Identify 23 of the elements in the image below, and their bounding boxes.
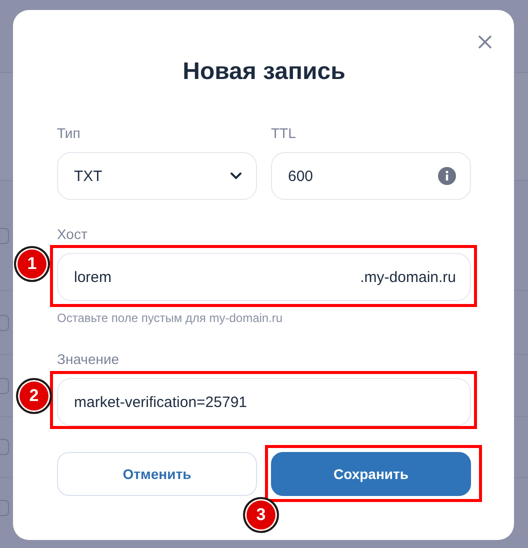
checkbox[interactable] — [0, 378, 9, 394]
checkbox[interactable] — [0, 439, 9, 455]
step-number: 3 — [243, 497, 279, 533]
field-label: Тип — [57, 125, 82, 141]
checkbox[interactable] — [0, 314, 9, 330]
hint-text: Оставьте поле пустым для my-domain.ru — [57, 311, 284, 325]
host-field[interactable]: lorem .my-domain.ru — [57, 253, 471, 301]
field-label: Хост — [57, 226, 88, 242]
dialog-title: Новая запись — [182, 57, 346, 87]
close-icon[interactable] — [478, 35, 492, 49]
field-label: Значение — [57, 351, 120, 367]
chevron-down-icon — [230, 172, 242, 180]
save-button[interactable]: Сохранить — [271, 452, 471, 496]
value-field[interactable]: market-verification=25791 — [57, 378, 471, 426]
field-label: TTL — [271, 125, 297, 141]
checkbox[interactable] — [0, 500, 9, 516]
checkbox[interactable] — [0, 228, 9, 244]
info-icon[interactable] — [438, 167, 456, 185]
step-number: 2 — [16, 378, 52, 414]
ttl-field[interactable]: 600 — [271, 152, 471, 200]
type-select[interactable]: TXT — [57, 152, 257, 200]
step-number: 1 — [14, 246, 50, 282]
cancel-button[interactable]: Отменить — [57, 452, 257, 496]
